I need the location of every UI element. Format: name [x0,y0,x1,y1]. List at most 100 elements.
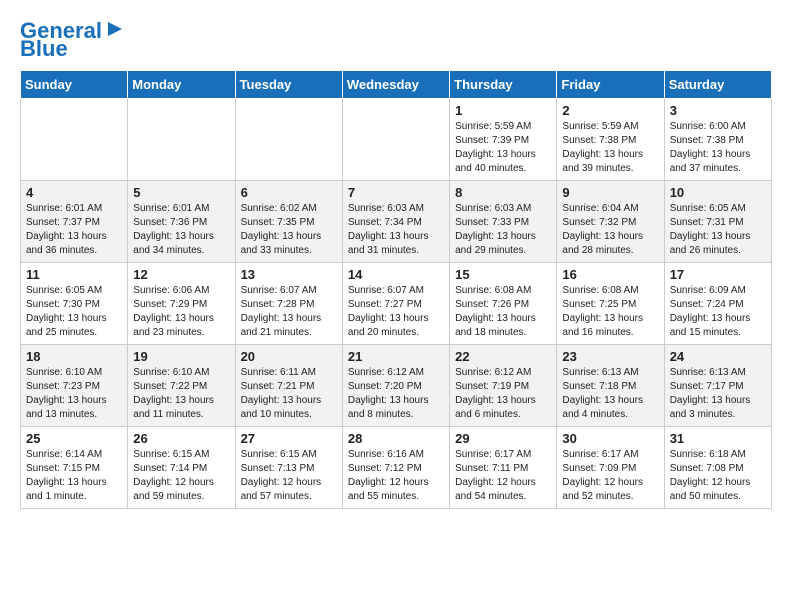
calendar-cell: 18 Sunrise: 6:10 AM Sunset: 7:23 PM Dayli… [21,345,128,427]
calendar-cell: 10 Sunrise: 6:05 AM Sunset: 7:31 PM Dayli… [664,181,771,263]
column-header-friday: Friday [557,71,664,99]
day-info: Sunrise: 6:02 AM Sunset: 7:35 PM Dayligh… [241,202,337,258]
day-info: Sunrise: 6:05 AM Sunset: 7:30 PM Dayligh… [26,284,122,340]
day-number: 14 [348,267,444,282]
calendar-cell: 31 Sunrise: 6:18 AM Sunset: 7:08 PM Dayli… [664,427,771,509]
day-info: Sunrise: 5:59 AM Sunset: 7:38 PM Dayligh… [562,120,658,176]
day-number: 24 [670,349,766,364]
calendar-cell: 24 Sunrise: 6:13 AM Sunset: 7:17 PM Dayli… [664,345,771,427]
calendar-table: SundayMondayTuesdayWednesdayThursdayFrid… [20,70,772,509]
calendar-cell: 5 Sunrise: 6:01 AM Sunset: 7:36 PM Daylig… [128,181,235,263]
calendar-cell: 8 Sunrise: 6:03 AM Sunset: 7:33 PM Daylig… [450,181,557,263]
day-info: Sunrise: 6:08 AM Sunset: 7:26 PM Dayligh… [455,284,551,340]
day-number: 5 [133,185,229,200]
day-number: 17 [670,267,766,282]
day-number: 8 [455,185,551,200]
column-header-monday: Monday [128,71,235,99]
page-header: General Blue [20,20,772,60]
day-number: 26 [133,431,229,446]
header-row: SundayMondayTuesdayWednesdayThursdayFrid… [21,71,772,99]
column-header-saturday: Saturday [664,71,771,99]
day-info: Sunrise: 6:15 AM Sunset: 7:13 PM Dayligh… [241,448,337,504]
week-row-2: 4 Sunrise: 6:01 AM Sunset: 7:37 PM Daylig… [21,181,772,263]
calendar-cell [128,99,235,181]
logo-text2: Blue [20,38,68,60]
day-info: Sunrise: 6:03 AM Sunset: 7:34 PM Dayligh… [348,202,444,258]
calendar-cell: 9Sunrise: 6:04 AM Sunset: 7:32 PM Daylig… [557,181,664,263]
calendar-cell: 26 Sunrise: 6:15 AM Sunset: 7:14 PM Dayli… [128,427,235,509]
column-header-wednesday: Wednesday [342,71,449,99]
week-row-1: 1 Sunrise: 5:59 AM Sunset: 7:39 PM Daylig… [21,99,772,181]
week-row-3: 11 Sunrise: 6:05 AM Sunset: 7:30 PM Dayli… [21,263,772,345]
day-number: 1 [455,103,551,118]
week-row-5: 25Sunrise: 6:14 AM Sunset: 7:15 PM Dayli… [21,427,772,509]
calendar-cell: 6 Sunrise: 6:02 AM Sunset: 7:35 PM Daylig… [235,181,342,263]
day-info: Sunrise: 6:12 AM Sunset: 7:20 PM Dayligh… [348,366,444,422]
day-info: Sunrise: 6:03 AM Sunset: 7:33 PM Dayligh… [455,202,551,258]
calendar-cell: 7 Sunrise: 6:03 AM Sunset: 7:34 PM Daylig… [342,181,449,263]
day-info: Sunrise: 6:12 AM Sunset: 7:19 PM Dayligh… [455,366,551,422]
day-number: 18 [26,349,122,364]
column-header-sunday: Sunday [21,71,128,99]
day-number: 25 [26,431,122,446]
calendar-cell: 17 Sunrise: 6:09 AM Sunset: 7:24 PM Dayli… [664,263,771,345]
calendar-cell: 12Sunrise: 6:06 AM Sunset: 7:29 PM Dayli… [128,263,235,345]
day-info: Sunrise: 6:11 AM Sunset: 7:21 PM Dayligh… [241,366,337,422]
day-number: 30 [562,431,658,446]
day-number: 27 [241,431,337,446]
calendar-cell: 4 Sunrise: 6:01 AM Sunset: 7:37 PM Daylig… [21,181,128,263]
day-info: Sunrise: 6:09 AM Sunset: 7:24 PM Dayligh… [670,284,766,340]
logo-arrow-icon [104,18,126,40]
day-info: Sunrise: 6:13 AM Sunset: 7:17 PM Dayligh… [670,366,766,422]
calendar-cell: 15 Sunrise: 6:08 AM Sunset: 7:26 PM Dayli… [450,263,557,345]
calendar-cell: 20 Sunrise: 6:11 AM Sunset: 7:21 PM Dayli… [235,345,342,427]
calendar-cell: 21 Sunrise: 6:12 AM Sunset: 7:20 PM Dayli… [342,345,449,427]
calendar-cell: 1 Sunrise: 5:59 AM Sunset: 7:39 PM Daylig… [450,99,557,181]
day-number: 28 [348,431,444,446]
day-number: 13 [241,267,337,282]
day-number: 6 [241,185,337,200]
day-number: 10 [670,185,766,200]
calendar-cell [342,99,449,181]
day-info: Sunrise: 6:17 AM Sunset: 7:11 PM Dayligh… [455,448,551,504]
day-number: 29 [455,431,551,446]
day-info: Sunrise: 6:04 AM Sunset: 7:32 PM Dayligh… [562,202,658,258]
calendar-cell: 28Sunrise: 6:16 AM Sunset: 7:12 PM Dayli… [342,427,449,509]
day-info: Sunrise: 6:07 AM Sunset: 7:27 PM Dayligh… [348,284,444,340]
day-info: Sunrise: 6:08 AM Sunset: 7:25 PM Dayligh… [562,284,658,340]
day-info: Sunrise: 6:17 AM Sunset: 7:09 PM Dayligh… [562,448,658,504]
day-number: 22 [455,349,551,364]
day-info: Sunrise: 6:10 AM Sunset: 7:23 PM Dayligh… [26,366,122,422]
calendar-cell: 23 Sunrise: 6:13 AM Sunset: 7:18 PM Dayli… [557,345,664,427]
day-info: Sunrise: 6:13 AM Sunset: 7:18 PM Dayligh… [562,366,658,422]
day-info: Sunrise: 6:15 AM Sunset: 7:14 PM Dayligh… [133,448,229,504]
calendar-cell: 14 Sunrise: 6:07 AM Sunset: 7:27 PM Dayli… [342,263,449,345]
calendar-cell: 2 Sunrise: 5:59 AM Sunset: 7:38 PM Daylig… [557,99,664,181]
day-info: Sunrise: 6:05 AM Sunset: 7:31 PM Dayligh… [670,202,766,258]
day-number: 7 [348,185,444,200]
day-info: Sunrise: 6:01 AM Sunset: 7:36 PM Dayligh… [133,202,229,258]
day-info: Sunrise: 6:18 AM Sunset: 7:08 PM Dayligh… [670,448,766,504]
calendar-cell: 30 Sunrise: 6:17 AM Sunset: 7:09 PM Dayli… [557,427,664,509]
day-number: 31 [670,431,766,446]
day-info: Sunrise: 5:59 AM Sunset: 7:39 PM Dayligh… [455,120,551,176]
day-number: 2 [562,103,658,118]
day-number: 20 [241,349,337,364]
calendar-cell: 13Sunrise: 6:07 AM Sunset: 7:28 PM Dayli… [235,263,342,345]
day-number: 19 [133,349,229,364]
calendar-cell: 16 Sunrise: 6:08 AM Sunset: 7:25 PM Dayli… [557,263,664,345]
day-number: 16 [562,267,658,282]
day-number: 21 [348,349,444,364]
day-number: 23 [562,349,658,364]
day-info: Sunrise: 6:06 AM Sunset: 7:29 PM Dayligh… [133,284,229,340]
day-info: Sunrise: 6:01 AM Sunset: 7:37 PM Dayligh… [26,202,122,258]
day-number: 15 [455,267,551,282]
day-number: 3 [670,103,766,118]
day-number: 11 [26,267,122,282]
week-row-4: 18 Sunrise: 6:10 AM Sunset: 7:23 PM Dayli… [21,345,772,427]
day-number: 4 [26,185,122,200]
column-header-thursday: Thursday [450,71,557,99]
day-info: Sunrise: 6:00 AM Sunset: 7:38 PM Dayligh… [670,120,766,176]
calendar-cell: 29 Sunrise: 6:17 AM Sunset: 7:11 PM Dayli… [450,427,557,509]
calendar-cell: 3 Sunrise: 6:00 AM Sunset: 7:38 PM Daylig… [664,99,771,181]
